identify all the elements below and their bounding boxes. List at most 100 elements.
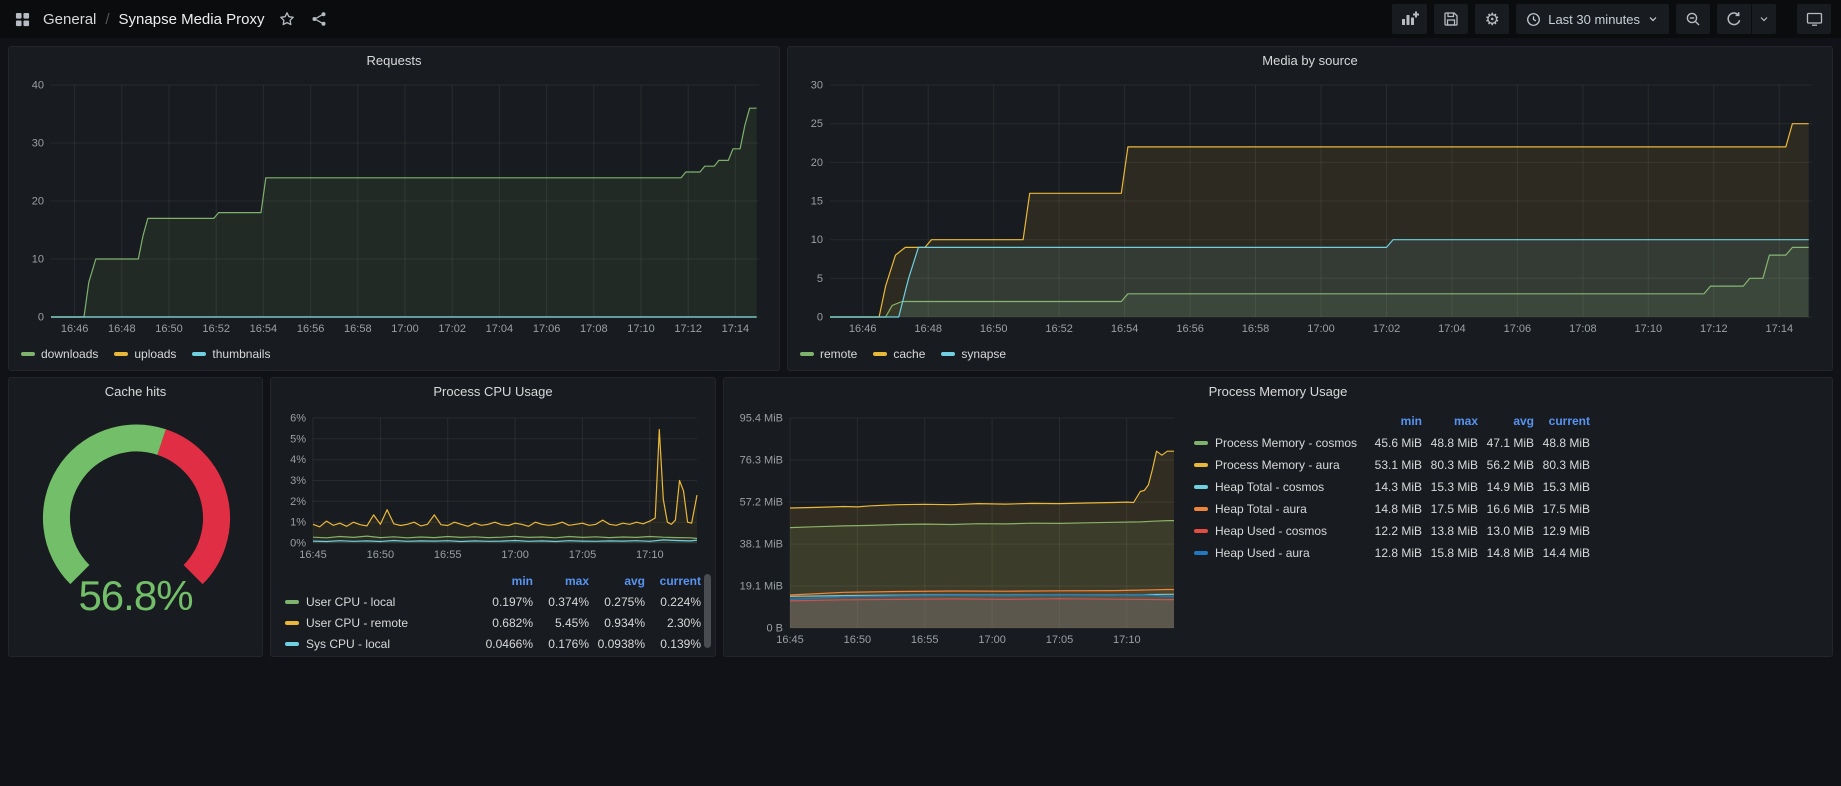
- svg-text:30: 30: [811, 80, 823, 92]
- legend-series-label[interactable]: Heap Total - cosmos: [1194, 480, 1366, 494]
- legend-item[interactable]: downloads: [21, 347, 98, 361]
- refresh-icon: [1726, 11, 1742, 27]
- legend-series-name: Heap Total - cosmos: [1215, 480, 1324, 494]
- svg-text:57.2 MiB: 57.2 MiB: [740, 497, 783, 509]
- legend-stat-value: 0.374%: [533, 595, 589, 609]
- legend-series-label: remote: [820, 347, 857, 361]
- legend-series-name: Process Memory - aura: [1215, 458, 1340, 472]
- time-range-picker[interactable]: Last 30 minutes: [1516, 4, 1669, 34]
- share-icon[interactable]: [306, 6, 332, 32]
- legend-stat-value: 5.45%: [533, 616, 589, 630]
- legend-series-color: [941, 352, 955, 356]
- legend-item[interactable]: uploads: [114, 347, 176, 361]
- breadcrumb-folder[interactable]: General: [43, 11, 96, 28]
- svg-text:17:12: 17:12: [1700, 323, 1728, 335]
- legend-stat-header-avg[interactable]: avg: [1478, 414, 1534, 428]
- apps-grid-icon[interactable]: [10, 7, 35, 32]
- legend-series-label[interactable]: User CPU - remote: [285, 616, 477, 630]
- svg-text:17:06: 17:06: [533, 323, 561, 335]
- cpu-chart[interactable]: 16:4516:5016:5517:0017:0517:100%1%2%3%4%…: [279, 406, 707, 568]
- legend-item[interactable]: thumbnails: [192, 347, 270, 361]
- memory-legend-table: minmaxavgcurrent Process Memory - cosmos4…: [1194, 410, 1624, 564]
- panel-process-memory-usage: Process Memory Usage 16:4516:5016:5517:0…: [723, 377, 1833, 657]
- svg-text:6%: 6%: [290, 413, 306, 425]
- legend-series-label: downloads: [41, 347, 98, 361]
- legend-stat-value: 15.3 MiB: [1534, 480, 1590, 494]
- requests-chart[interactable]: 16:4616:4816:5016:5216:5416:5616:5817:00…: [17, 75, 773, 343]
- legend-item[interactable]: synapse: [941, 347, 1006, 361]
- svg-text:17:00: 17:00: [978, 634, 1006, 646]
- svg-text:17:10: 17:10: [636, 549, 664, 561]
- star-icon[interactable]: [274, 6, 300, 32]
- zoom-out-button[interactable]: [1676, 4, 1710, 34]
- legend-stat-header-max[interactable]: max: [1422, 414, 1478, 428]
- clock-icon: [1526, 12, 1541, 27]
- legend-stat-header-avg[interactable]: avg: [589, 574, 645, 588]
- panel-title[interactable]: Requests: [9, 47, 779, 75]
- legend-stat-value: 14.8 MiB: [1478, 546, 1534, 560]
- legend-item[interactable]: remote: [800, 347, 857, 361]
- svg-text:16:50: 16:50: [367, 549, 395, 561]
- svg-text:16:45: 16:45: [299, 549, 327, 561]
- panel-title[interactable]: Cache hits: [9, 378, 262, 406]
- panel-title[interactable]: Process Memory Usage: [724, 378, 1832, 406]
- refresh-button[interactable]: [1717, 4, 1751, 34]
- legend-stat-value: 0.682%: [477, 616, 533, 630]
- add-panel-button[interactable]: [1392, 4, 1427, 34]
- legend-row: Process Memory - aura53.1 MiB80.3 MiB56.…: [1194, 454, 1624, 476]
- requests-legend: downloads uploads thumbnails: [9, 343, 779, 361]
- navbar-actions: ⚙ Last 30 minutes: [1392, 4, 1831, 34]
- tv-mode-button[interactable]: [1797, 4, 1831, 34]
- svg-text:16:58: 16:58: [1242, 323, 1270, 335]
- svg-text:15: 15: [811, 196, 823, 208]
- legend-series-name: Heap Used - cosmos: [1215, 524, 1327, 538]
- legend-series-color: [1194, 507, 1208, 511]
- legend-series-label[interactable]: Process Memory - cosmos: [1194, 436, 1366, 450]
- dashboard-settings-button[interactable]: ⚙: [1475, 4, 1509, 34]
- svg-text:17:12: 17:12: [674, 323, 702, 335]
- media-chart-area: 16:4616:4816:5016:5216:5416:5616:5817:00…: [788, 75, 1832, 343]
- svg-text:5: 5: [817, 273, 823, 285]
- legend-stat-value: 12.2 MiB: [1366, 524, 1422, 538]
- legend-series-label[interactable]: Process Memory - aura: [1194, 458, 1366, 472]
- legend-stat-value: 2.30%: [645, 616, 701, 630]
- svg-text:16:46: 16:46: [61, 323, 89, 335]
- refresh-interval-dropdown[interactable]: [1752, 4, 1776, 34]
- legend-series-label[interactable]: User CPU - local: [285, 595, 477, 609]
- svg-text:17:04: 17:04: [486, 323, 514, 335]
- svg-text:17:04: 17:04: [1438, 323, 1466, 335]
- legend-series-label: cache: [893, 347, 925, 361]
- legend-series-label[interactable]: Heap Total - aura: [1194, 502, 1366, 516]
- legend-series-label[interactable]: Sys CPU - local: [285, 637, 477, 651]
- legend-series-label[interactable]: Heap Used - cosmos: [1194, 524, 1366, 538]
- memory-chart[interactable]: 16:4516:5016:5517:0017:0517:100 B19.1 Mi…: [732, 406, 1182, 654]
- dashboard-title[interactable]: Synapse Media Proxy: [119, 11, 265, 28]
- legend-stat-header-current[interactable]: current: [1534, 414, 1590, 428]
- legend-series-color: [285, 621, 299, 625]
- legend-series-label[interactable]: Heap Used - aura: [1194, 546, 1366, 560]
- svg-text:17:10: 17:10: [1635, 323, 1663, 335]
- svg-text:76.3 MiB: 76.3 MiB: [740, 455, 783, 467]
- legend-stat-header-min[interactable]: min: [1366, 414, 1422, 428]
- legend-stat-value: 0.176%: [533, 637, 589, 651]
- legend-stat-header-min[interactable]: min: [477, 574, 533, 588]
- svg-text:17:06: 17:06: [1504, 323, 1532, 335]
- legend-scrollbar[interactable]: [704, 574, 711, 648]
- svg-text:16:55: 16:55: [911, 634, 939, 646]
- panel-title[interactable]: Process CPU Usage: [271, 378, 715, 406]
- svg-text:16:48: 16:48: [108, 323, 136, 335]
- legend-item[interactable]: cache: [873, 347, 925, 361]
- legend-stat-header-current[interactable]: current: [645, 574, 701, 588]
- legend-stat-header-max[interactable]: max: [533, 574, 589, 588]
- legend-series-name: User CPU - remote: [306, 616, 408, 630]
- svg-text:17:10: 17:10: [1113, 634, 1141, 646]
- legend-stat-value: 14.4 MiB: [1534, 546, 1590, 560]
- panel-title[interactable]: Media by source: [788, 47, 1832, 75]
- time-range-label: Last 30 minutes: [1548, 12, 1640, 27]
- save-dashboard-button[interactable]: [1434, 4, 1468, 34]
- media-chart[interactable]: 16:4616:4816:5016:5216:5416:5616:5817:00…: [796, 75, 1826, 343]
- legend-series-color: [1194, 485, 1208, 489]
- svg-text:1%: 1%: [290, 517, 306, 529]
- svg-text:16:52: 16:52: [1045, 323, 1073, 335]
- legend-stat-value: 45.6 MiB: [1366, 436, 1422, 450]
